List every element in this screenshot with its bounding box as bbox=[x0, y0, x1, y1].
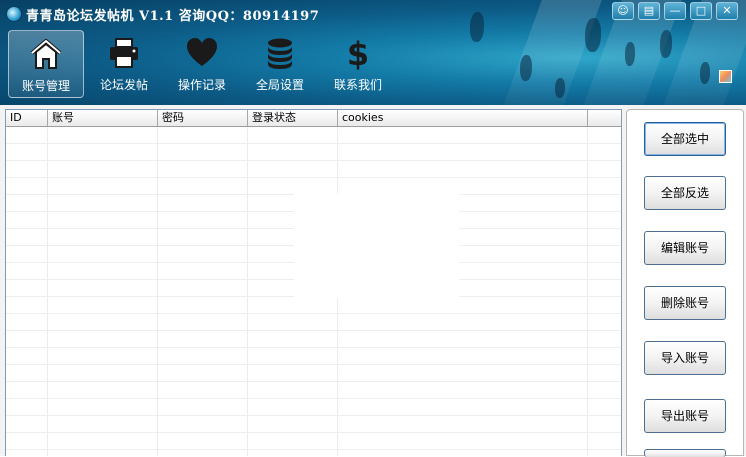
column-header-login-status[interactable]: 登录状态 bbox=[248, 110, 338, 126]
column-header-cookies[interactable]: cookies bbox=[338, 110, 588, 126]
column-divider bbox=[157, 127, 158, 456]
column-divider bbox=[587, 127, 588, 456]
fish-decoration bbox=[660, 30, 672, 58]
blank-overlay bbox=[294, 193, 459, 298]
column-header-account[interactable]: 账号 bbox=[48, 110, 158, 126]
action-panel: 全部选中 全部反选 编辑账号 删除账号 导入账号 导出账号 bbox=[626, 109, 744, 457]
account-table[interactable]: ID 账号 密码 登录状态 cookies bbox=[5, 109, 622, 456]
heart-icon bbox=[187, 38, 217, 66]
minimize-icon[interactable]: — bbox=[664, 2, 686, 20]
app-header: 青青岛论坛发帖机 V1.1 咨询QQ：80914197 ☺ ▤ — □ ✕ 账号… bbox=[0, 0, 746, 105]
menu-icon[interactable]: ▤ bbox=[638, 2, 660, 20]
select-all-button[interactable]: 全部选中 bbox=[644, 122, 726, 156]
fish-decoration bbox=[700, 62, 710, 84]
column-divider bbox=[247, 127, 248, 456]
dollar-icon: $ bbox=[347, 36, 369, 70]
svg-text:$: $ bbox=[347, 36, 369, 70]
title-bar[interactable]: 青青岛论坛发帖机 V1.1 咨询QQ：80914197 ☺ ▤ — □ ✕ bbox=[0, 0, 746, 26]
window-title: 青青岛论坛发帖机 V1.1 咨询QQ：80914197 bbox=[26, 9, 320, 24]
column-header-filler bbox=[588, 110, 621, 126]
nav-label: 账号管理 bbox=[21, 79, 70, 93]
printer-icon bbox=[110, 38, 138, 68]
window-controls: ☺ ▤ — □ ✕ bbox=[608, 2, 738, 20]
close-icon[interactable]: ✕ bbox=[716, 2, 738, 20]
delete-account-button[interactable]: 删除账号 bbox=[644, 286, 726, 320]
main-content: ID 账号 密码 登录状态 cookies 全部选中 全部反选 编辑账号 删除账… bbox=[0, 105, 746, 457]
nav-item-contact-us[interactable]: $ 联系我们 bbox=[320, 30, 396, 98]
coins-icon bbox=[268, 38, 292, 69]
import-accounts-button[interactable]: 导入账号 bbox=[644, 341, 726, 375]
table-header: ID 账号 密码 登录状态 cookies bbox=[6, 110, 621, 127]
chat-icon[interactable]: ☺ bbox=[612, 2, 634, 20]
nav-item-account-management[interactable]: 账号管理 bbox=[8, 30, 84, 98]
skin-icon[interactable] bbox=[719, 70, 732, 83]
export-accounts-button[interactable]: 导出账号 bbox=[644, 399, 726, 433]
column-divider bbox=[47, 127, 48, 456]
nav-label: 联系我们 bbox=[333, 78, 382, 92]
nav-label: 全局设置 bbox=[255, 78, 304, 92]
main-nav: 账号管理 论坛发帖 操作记录 全局设置 $ 联系我们 bbox=[8, 30, 398, 100]
invert-selection-button[interactable]: 全部反选 bbox=[644, 176, 726, 210]
edit-account-button[interactable]: 编辑账号 bbox=[644, 231, 726, 265]
fish-decoration bbox=[555, 78, 565, 98]
fish-decoration bbox=[520, 55, 532, 81]
nav-label: 操作记录 bbox=[177, 78, 226, 92]
column-header-password[interactable]: 密码 bbox=[158, 110, 248, 126]
nav-item-forum-posting[interactable]: 论坛发帖 bbox=[86, 30, 162, 98]
app-logo-icon bbox=[6, 6, 22, 22]
nav-item-operation-log[interactable]: 操作记录 bbox=[164, 30, 240, 98]
nav-label: 论坛发帖 bbox=[99, 78, 148, 92]
column-header-id[interactable]: ID bbox=[6, 110, 48, 126]
maximize-icon[interactable]: □ bbox=[690, 2, 712, 20]
nav-item-global-settings[interactable]: 全局设置 bbox=[242, 30, 318, 98]
home-icon bbox=[30, 39, 62, 69]
table-body[interactable] bbox=[6, 127, 621, 456]
fish-decoration bbox=[625, 42, 635, 66]
